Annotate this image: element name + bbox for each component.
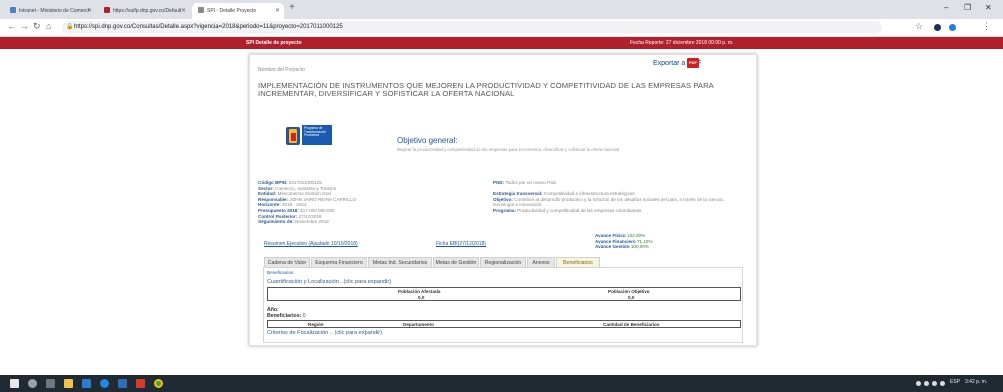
powerpoint-icon[interactable] <box>136 379 145 388</box>
close-tab-icon[interactable]: ✕ <box>87 3 92 19</box>
report-date: Fecha Reporte: 27 diciembre 2018 00:00 p… <box>630 40 734 46</box>
extension-icon[interactable] <box>949 24 956 31</box>
close-window-icon[interactable]: ✕ <box>985 3 992 12</box>
ptp-logo: Programa de Transformación Productiva <box>286 125 332 151</box>
col-poblacion-afectada: Población Afectada <box>398 289 441 294</box>
objective-heading: Objetivo general: <box>397 136 458 145</box>
poblacion-table: Población Afectada Población Objetivo 0,… <box>267 287 741 301</box>
page-content: SPI Detalle de proyecto Fecha Reporte: 2… <box>0 37 1003 375</box>
project-card: Nombre del Proyecto Exportar a PDF PDF I… <box>249 54 757 346</box>
search-icon[interactable] <box>28 379 37 388</box>
browser-tab-suifp[interactable]: https://suifp.dnp.gov.co/Default ✕ <box>98 3 190 19</box>
tab-anexos[interactable]: Anexos <box>527 257 555 267</box>
browser-tab-strip: Intranet - Ministerio de Comerci ✕ https… <box>0 0 1003 19</box>
home-icon[interactable]: ⌂ <box>46 21 51 31</box>
windows-taskbar: ESP 3:42 p. m. <box>0 375 1003 392</box>
back-icon[interactable]: ← <box>7 21 16 31</box>
tab-metas-gestion[interactable]: Metas de Gestión <box>433 257 479 267</box>
cuantificacion-expand-link[interactable]: Cuantificación y Localización ..(clic pa… <box>267 279 391 285</box>
tab-title: SPI - Detalle Proyecto <box>207 8 257 14</box>
project-metadata-right: PND: Todos por un nuevo País Estrategia … <box>493 180 743 214</box>
project-name-label: Nombre del Proyecto <box>258 67 305 73</box>
region-table: Región Departamento Cantidad de Benefici… <box>267 320 741 328</box>
col-departamento: Departamento <box>403 322 434 327</box>
tab-cadena-valor[interactable]: Cadena de Valor <box>264 257 310 267</box>
outlook-icon[interactable] <box>82 379 91 388</box>
ficha-ebi-link[interactable]: Ficha EBI(27/12/2018) <box>436 241 486 247</box>
avance-row: Avance Gestión 100,00% <box>595 244 649 250</box>
restore-icon[interactable]: ❐ <box>964 3 971 12</box>
page-header-title: SPI Detalle de proyecto <box>246 40 302 46</box>
tab-title: Intranet - Ministerio de Comerci <box>19 8 89 14</box>
address-bar[interactable]: 🔒 https://spi.dnp.gov.co/Consultas/Detal… <box>62 21 882 34</box>
project-metadata-left: Código BPIN: 2017011000125 Sector: Comer… <box>258 180 478 225</box>
beneficiarios-count: Beneficiarios: 0 <box>267 313 306 319</box>
breadcrumb[interactable]: Beneficiarios <box>267 270 293 275</box>
meta-row: Seguimiento de: Noviembre 2018 <box>258 219 329 225</box>
clock[interactable]: 3:42 p. m. <box>965 379 987 385</box>
start-icon[interactable] <box>10 379 19 388</box>
task-view-icon[interactable] <box>46 379 55 388</box>
tab-title: https://suifp.dnp.gov.co/Default <box>113 8 182 14</box>
tray-icon[interactable] <box>916 381 921 386</box>
url-text: https://spi.dnp.gov.co/Consultas/Detalle… <box>74 24 343 30</box>
language-indicator[interactable]: ESP <box>950 379 960 385</box>
tab-regionalizacion[interactable]: Regionalización <box>480 257 526 267</box>
resumen-ejecutivo-link[interactable]: Resumen Ejecutivo (Ajustado 10/10/2018) <box>264 241 358 247</box>
page-header-bar: SPI Detalle de proyecto Fecha Reporte: 2… <box>0 37 1003 49</box>
col-poblacion-objetivo: Población Objetivo <box>608 289 650 294</box>
chrome-icon[interactable] <box>154 379 163 388</box>
tray-icon[interactable] <box>924 381 929 386</box>
favicon-icon <box>104 7 110 13</box>
tab-beneficiarios[interactable]: Beneficiarios <box>556 257 600 267</box>
extension-icon[interactable] <box>934 24 941 31</box>
meta-row: Objetivo: Contribuir al desarrollo produ… <box>493 196 724 208</box>
pdf-icon[interactable]: PDF <box>687 58 699 68</box>
bookmark-star-icon[interactable]: ☆ <box>915 21 923 32</box>
lock-icon: 🔒 <box>66 24 74 30</box>
word-icon[interactable] <box>118 379 127 388</box>
browser-tab-spi[interactable]: SPI - Detalle Proyecto ✕ <box>192 3 284 19</box>
beneficiarios-panel: Beneficiarios Cuantificación y Localizac… <box>263 267 743 343</box>
document-icon <box>198 7 204 13</box>
volume-icon[interactable] <box>940 381 945 386</box>
avance-block: Avance Físico 102,00% Avance Financiero … <box>595 233 653 250</box>
new-tab-icon[interactable]: + <box>289 2 295 13</box>
menu-icon[interactable]: ⋮ <box>982 21 991 32</box>
col-cantidad-beneficiarios: Cantidad de Beneficiarios <box>603 322 660 327</box>
val-poblacion-afectada: 0,0 <box>418 295 425 300</box>
browser-toolbar: ← → ↻ ⌂ 🔒 https://spi.dnp.gov.co/Consult… <box>0 19 1003 37</box>
logo-text: Programa de Transformación Productiva <box>302 125 332 145</box>
reload-icon[interactable]: ↻ <box>33 21 41 32</box>
val-poblacion-objetivo: 0,0 <box>628 295 635 300</box>
meta-row: Programa: Productividad y competitividad… <box>493 207 642 213</box>
tab-esquema-financiero[interactable]: Esquema Financiero <box>311 257 367 267</box>
file-explorer-icon[interactable] <box>64 379 73 388</box>
ie-icon[interactable] <box>100 379 109 388</box>
minimize-icon[interactable]: – <box>944 3 948 12</box>
network-icon[interactable] <box>932 381 937 386</box>
browser-tab-intranet[interactable]: Intranet - Ministerio de Comerci ✕ <box>4 3 96 19</box>
favicon-icon <box>10 7 16 13</box>
project-title: IMPLEMENTACIÓN DE INSTRUMENTOS QUE MEJOR… <box>258 81 714 98</box>
col-region: Región <box>308 322 324 327</box>
objective-text: Mejorar la productividad y competitivida… <box>397 147 620 152</box>
close-tab-icon[interactable]: ✕ <box>181 3 186 19</box>
criterios-expand-link[interactable]: Criterios de Focalización .. (clic para … <box>267 330 382 336</box>
close-tab-icon[interactable]: ✕ <box>275 3 280 19</box>
forward-icon[interactable]: → <box>20 21 29 31</box>
tab-metas-ind-secundarios[interactable]: Metas Ind. Secundarios <box>368 257 432 267</box>
